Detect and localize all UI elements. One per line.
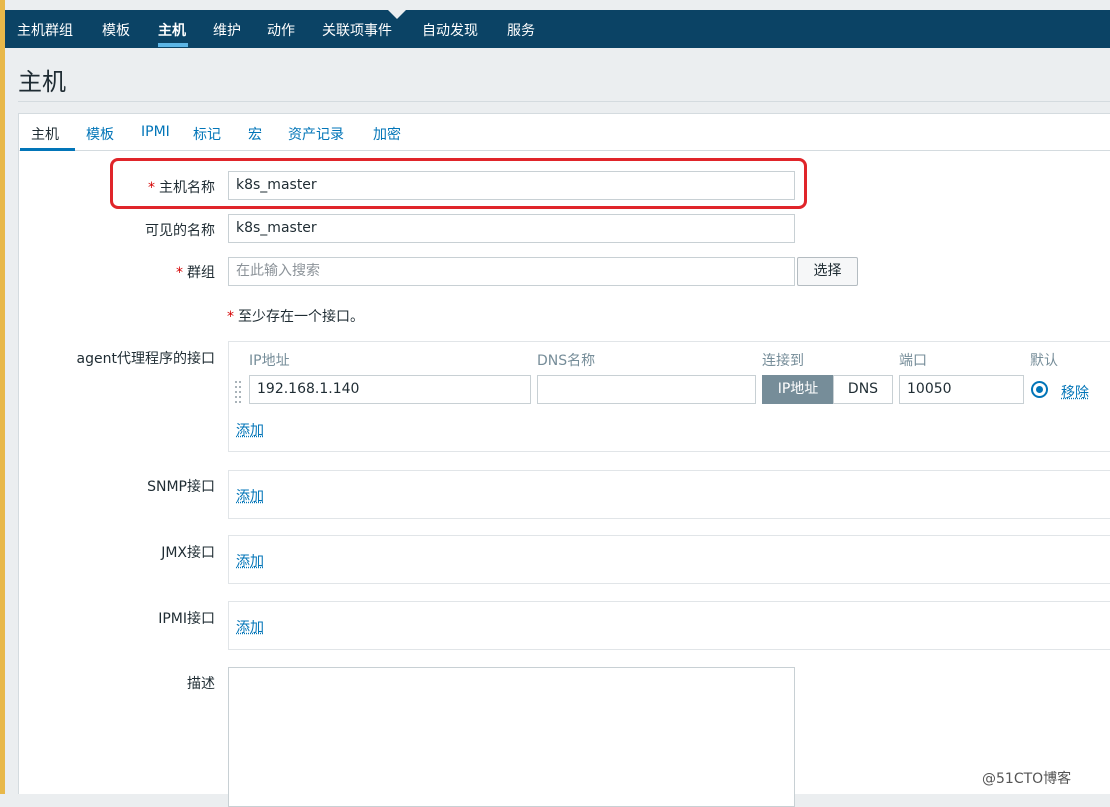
jmx-interface-box: 添加: [228, 535, 1110, 584]
nav-item-maintenance[interactable]: 维护: [213, 20, 241, 40]
tab-tags[interactable]: 标记: [193, 124, 221, 144]
page-title: 主机: [18, 68, 66, 96]
remove-link[interactable]: 移除: [1061, 382, 1089, 402]
ipmi-add-link[interactable]: 添加: [236, 617, 264, 637]
col-connect-header: 连接到: [762, 353, 804, 369]
agent-port-input[interactable]: 10050: [899, 375, 1024, 404]
visible-name-input[interactable]: k8s_master: [228, 214, 795, 243]
annotation-highlight-box: [110, 158, 807, 209]
nav-item-templates[interactable]: 模板: [102, 20, 130, 40]
connect-ip-button[interactable]: IP地址: [762, 375, 834, 404]
drag-handle-icon[interactable]: [235, 381, 243, 403]
tabs-divider: [19, 150, 1110, 151]
groups-label: * 群组: [176, 265, 215, 281]
select-button[interactable]: 选择: [797, 257, 858, 286]
description-textarea[interactable]: [228, 667, 795, 807]
groups-search-input[interactable]: 在此输入搜索: [228, 257, 795, 286]
nav-item-host-groups[interactable]: 主机群组: [17, 20, 73, 40]
col-dns-header: DNS名称: [537, 353, 596, 369]
tab-inventory[interactable]: 资产记录: [288, 124, 344, 144]
left-edge-strip: [0, 0, 5, 794]
required-mark: *: [176, 265, 183, 281]
tab-host[interactable]: 主机: [31, 124, 59, 144]
default-radio[interactable]: [1031, 381, 1048, 398]
nav-item-actions[interactable]: 动作: [267, 20, 295, 40]
agent-dns-input[interactable]: [537, 375, 756, 404]
snmp-add-link[interactable]: 添加: [236, 486, 264, 506]
nav-notch: [388, 10, 406, 19]
host-form-card: 主机 模板 IPMI 标记 宏 资产记录 加密 * 主机名称 k8s_master…: [18, 113, 1110, 807]
agent-add-link[interactable]: 添加: [236, 420, 264, 440]
ipmi-interface-box: 添加: [228, 601, 1110, 650]
agent-interface-box: IP地址 DNS名称 连接到 端口 默认 192.168.1.140 IP地址 …: [228, 341, 1110, 452]
nav-item-services[interactable]: 服务: [507, 20, 535, 40]
title-divider: [18, 101, 1110, 102]
nav-item-hosts[interactable]: 主机: [158, 20, 186, 40]
agent-interface-label: agent代理程序的接口: [76, 351, 215, 367]
nav-item-discovery[interactable]: 自动发现: [422, 20, 478, 40]
visible-name-label: 可见的名称: [145, 223, 215, 239]
snmp-interface-box: 添加: [228, 470, 1110, 519]
col-default-header: 默认: [1030, 353, 1058, 369]
tab-active-indicator: [20, 148, 75, 151]
ipmi-interface-label: IPMI接口: [158, 611, 215, 627]
tab-encryption[interactable]: 加密: [373, 124, 401, 144]
tab-ipmi[interactable]: IPMI: [141, 124, 170, 140]
nav-active-indicator: [158, 43, 188, 47]
jmx-add-link[interactable]: 添加: [236, 551, 264, 571]
agent-ip-input[interactable]: 192.168.1.140: [249, 375, 531, 404]
tab-templates[interactable]: 模板: [86, 124, 114, 144]
snmp-interface-label: SNMP接口: [147, 479, 215, 495]
description-label: 描述: [187, 676, 215, 692]
nav-item-correlation[interactable]: 关联项事件: [322, 20, 392, 40]
watermark: @51CTO博客: [982, 771, 1072, 787]
connect-dns-button[interactable]: DNS: [833, 375, 893, 404]
col-ip-header: IP地址: [249, 353, 290, 369]
col-port-header: 端口: [899, 353, 927, 369]
jmx-interface-label: JMX接口: [161, 545, 215, 561]
top-navigation: 主机群组 模板 主机 维护 动作 关联项事件 自动发现 服务: [5, 10, 1110, 48]
tab-macros[interactable]: 宏: [248, 124, 262, 144]
interface-required-note: * 至少存在一个接口。: [227, 309, 364, 325]
